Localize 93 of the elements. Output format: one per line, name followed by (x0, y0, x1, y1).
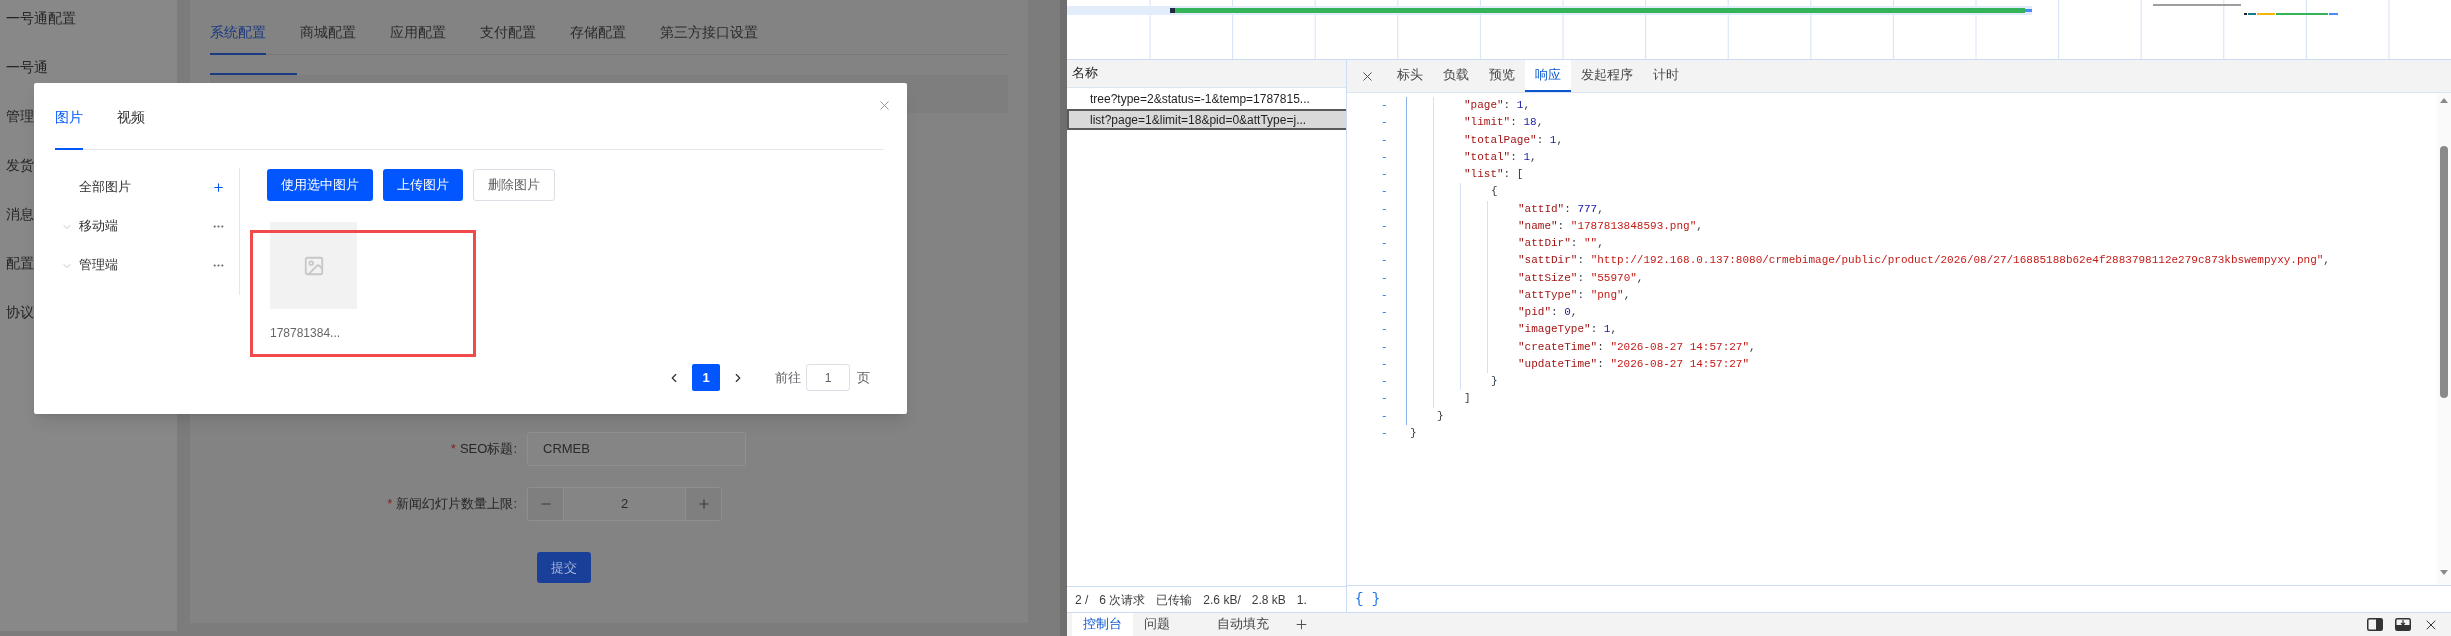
detail-tab[interactable]: 标头 (1387, 60, 1433, 92)
drawer-tab[interactable]: 控制台 (1072, 613, 1133, 636)
request-row[interactable]: list?page=1&limit=18&pid=0&attType=j... (1067, 109, 1346, 130)
settings-tab[interactable]: 商城配置 (300, 11, 356, 55)
code-line: "createTime": "2026-08-27 14:57:27", (1518, 339, 1756, 355)
required-mark: * (450, 440, 456, 459)
settings-tab[interactable]: 系统配置 (210, 11, 266, 55)
code-line: "updateTime": "2026-08-27 14:57:27" (1518, 356, 1750, 372)
dock-side-icon[interactable] (2367, 618, 2383, 631)
fold-toggle[interactable]: - (1381, 269, 1389, 287)
fold-toggle[interactable]: - (1381, 407, 1389, 425)
page-button[interactable]: 1 (692, 364, 720, 391)
fold-toggle[interactable]: - (1381, 183, 1389, 201)
code-line: } (1437, 408, 1444, 424)
fold-toggle[interactable]: - (1381, 304, 1389, 322)
dialog-tab[interactable]: 视频 (117, 89, 145, 150)
settings-tab[interactable]: 应用配置 (390, 11, 446, 55)
fold-toggle[interactable]: - (1381, 235, 1389, 253)
fold-toggle[interactable]: - (1381, 424, 1389, 442)
format-button[interactable]: { } (1355, 588, 1381, 610)
fold-toggle[interactable]: - (1381, 252, 1389, 270)
folder-item[interactable]: 管理端 (79, 256, 212, 275)
image-icon (302, 254, 325, 277)
action-button[interactable]: 使用选中图片 (267, 169, 373, 201)
page-input[interactable]: 1 (806, 364, 850, 391)
code-line: "name": "1787813848593.png", (1518, 218, 1703, 234)
add-icon[interactable] (212, 181, 225, 194)
required-mark: * (387, 495, 393, 514)
fold-toggle[interactable]: - (1381, 321, 1389, 339)
status-text: 6 次请求 (1099, 591, 1146, 609)
detail-tab[interactable]: 发起程序 (1571, 60, 1643, 92)
scroll-up-icon[interactable] (2440, 98, 2448, 103)
dialog-tab[interactable]: 图片 (55, 89, 83, 150)
fold-toggle[interactable]: - (1381, 390, 1389, 408)
file-name: 178781384... (270, 325, 342, 342)
goto-label: 前往 (775, 368, 801, 387)
code-line: "list": [ (1464, 167, 1524, 182)
status-text: 1. (1296, 591, 1307, 609)
detail-tab[interactable]: 负载 (1433, 60, 1479, 92)
scrollbar-thumb[interactable] (2440, 146, 2448, 398)
code-line: "attId": 777, (1518, 201, 1604, 217)
column-header[interactable]: 名称 (1072, 64, 1098, 83)
code-line: "page": 1, (1464, 98, 1531, 113)
code-line: } (1410, 425, 1417, 441)
field-label: SEO标题: (459, 440, 517, 459)
drawer-tab[interactable]: 自动填充 (1206, 613, 1280, 636)
detail-tab[interactable]: 计时 (1643, 60, 1689, 92)
settings-tab[interactable]: 第三方接口设置 (660, 11, 758, 55)
settings-tab[interactable]: 存储配置 (570, 11, 626, 55)
code-line: "attType": "png", (1518, 287, 1631, 303)
add-tab-icon[interactable] (1294, 617, 1309, 632)
code-line: "limit": 18, (1464, 115, 1544, 131)
fold-toggle[interactable]: - (1381, 97, 1389, 115)
code-line: "attSize": "55970", (1518, 270, 1644, 286)
dock-bottom-icon[interactable] (2395, 618, 2411, 631)
image-thumbnail[interactable] (270, 222, 357, 309)
field-label: 新闻幻灯片数量上限: (396, 495, 517, 514)
fold-toggle[interactable]: - (1381, 338, 1389, 356)
fold-toggle[interactable]: - (1381, 166, 1389, 184)
status-text: 2.6 kB/ (1203, 591, 1241, 609)
fold-toggle[interactable]: - (1381, 373, 1389, 391)
code-line: { (1491, 184, 1498, 200)
fold-toggle[interactable]: - (1381, 114, 1389, 132)
sidebar-item[interactable]: 一号通配置 (0, 0, 177, 44)
status-text: 2.8 kB (1251, 591, 1286, 609)
code-line: "attDir": "", (1518, 236, 1604, 251)
folder-item[interactable]: 移动端 (79, 217, 212, 236)
scroll-down-icon[interactable] (2440, 570, 2448, 575)
drawer-tab[interactable]: 问题 (1133, 613, 1181, 636)
fold-toggle[interactable]: - (1381, 148, 1389, 166)
code-line: "imageType": 1, (1518, 322, 1618, 338)
folder-item[interactable]: 全部图片 (79, 178, 212, 197)
action-button[interactable]: 删除图片 (473, 169, 555, 201)
status-text: 2 / (1075, 591, 1089, 609)
detail-tab[interactable]: 预览 (1479, 60, 1525, 92)
code-line: ] (1464, 391, 1471, 407)
code-line: "total": 1, (1464, 149, 1537, 165)
status-text: 已传输 (1156, 591, 1193, 609)
code-line: "totalPage": 1, (1464, 132, 1564, 148)
fold-toggle[interactable]: - (1381, 200, 1389, 218)
code-line: "pid": 0, (1518, 305, 1578, 320)
page-suffix: 页 (857, 368, 870, 387)
action-button[interactable]: 上传图片 (383, 169, 463, 201)
text-field[interactable]: CRMEB (527, 432, 746, 466)
fold-toggle[interactable]: - (1381, 217, 1389, 235)
settings-tab[interactable]: 支付配置 (480, 11, 536, 55)
code-line: "sattDir": "http://192.168.0.137:8080/crmebimage/public/product/2026/08/27/16885188b62e4f2883798112e279c873kbswempyxy.png", (1518, 253, 2330, 269)
code-line: } (1491, 374, 1498, 389)
submit-button[interactable]: 提交 (537, 552, 591, 583)
fold-toggle[interactable]: - (1381, 355, 1389, 373)
fold-toggle[interactable]: - (1381, 131, 1389, 149)
fold-toggle[interactable]: - (1381, 286, 1389, 304)
detail-tab[interactable]: 响应 (1525, 60, 1571, 92)
